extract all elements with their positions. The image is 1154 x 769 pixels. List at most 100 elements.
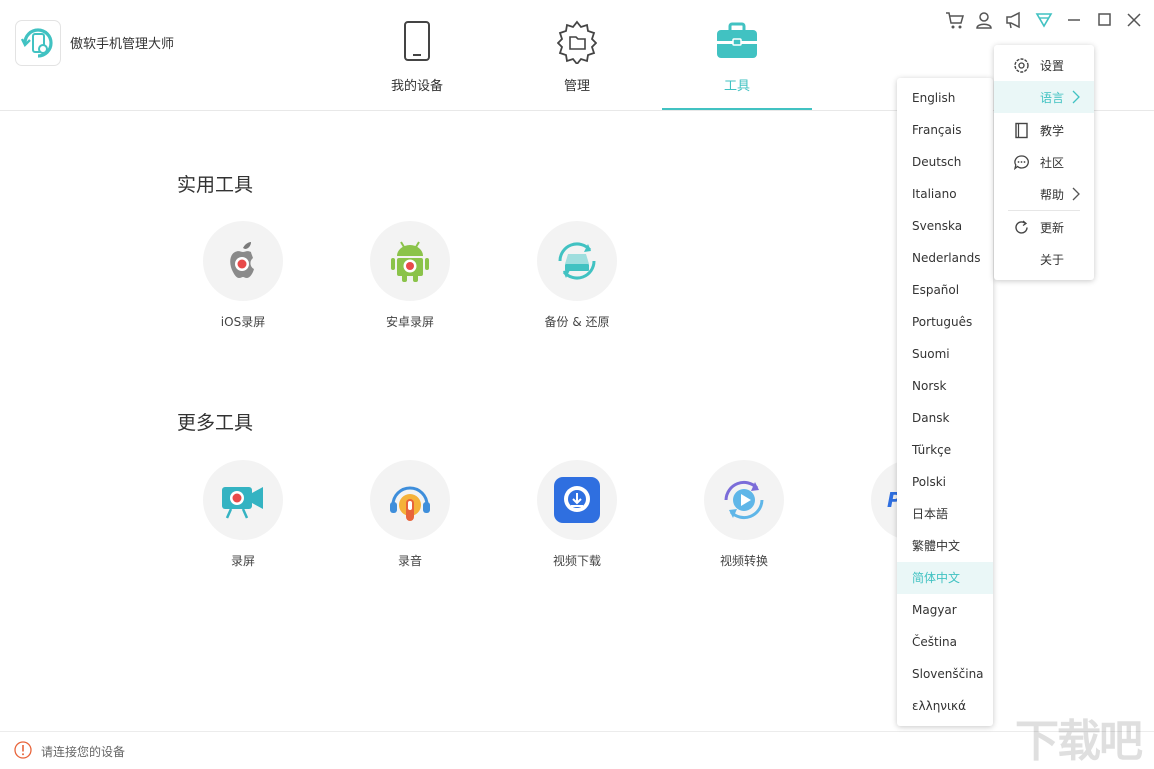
language-option[interactable]: Čeština — [897, 626, 993, 658]
language-option-label: Español — [912, 283, 960, 297]
language-option[interactable]: Slovenščina — [897, 658, 993, 690]
language-option[interactable]: 繁體中文 — [897, 530, 993, 562]
tool-label: 视频转换 — [719, 554, 768, 568]
tool-android-record[interactable]: 安卓录屏 — [355, 221, 465, 341]
language-option-label: Čeština — [912, 635, 958, 649]
megaphone-icon[interactable] — [1004, 10, 1024, 30]
menu-item-about[interactable]: 关于 — [994, 243, 1094, 275]
maximize-icon[interactable] — [1094, 10, 1114, 30]
language-option[interactable]: 简体中文 — [897, 562, 993, 594]
tool-ios-record[interactable]: iOS录屏 — [188, 221, 298, 341]
menu-item-tutorial[interactable]: 教学 — [994, 114, 1094, 146]
tool-video-convert[interactable]: 视频转换 — [689, 460, 799, 580]
menu-item-label: 关于 — [1040, 253, 1065, 267]
language-option-label: Nederlands — [912, 251, 981, 265]
warning-circle-icon — [14, 741, 32, 759]
tool-label: 备份 & 还原 — [544, 315, 610, 329]
tab-tools[interactable]: 工具 — [662, 0, 812, 110]
language-option[interactable]: Magyar — [897, 594, 993, 626]
tab-manage[interactable]: 管理 — [502, 0, 652, 110]
language-option[interactable]: Português — [897, 306, 993, 338]
book-icon — [1015, 122, 1028, 139]
menu-triangle-icon[interactable] — [1034, 10, 1054, 30]
tool-label: 录屏 — [230, 554, 255, 568]
language-option-label: ελληνικά — [912, 699, 967, 713]
app-title: 傲软手机管理大师 — [70, 37, 175, 52]
language-option[interactable]: Français — [897, 114, 993, 146]
close-icon[interactable] — [1124, 10, 1144, 30]
screen-record-camera-icon — [222, 487, 263, 519]
section-title-more: 更多工具 — [177, 412, 254, 434]
status-text: 请连接您的设备 — [41, 745, 126, 759]
language-option-label: 繁體中文 — [912, 539, 961, 553]
toolbox-icon — [717, 22, 757, 58]
menu-item-label: 帮助 — [1040, 188, 1065, 202]
user-icon[interactable] — [974, 10, 994, 30]
language-option[interactable]: Svenska — [897, 210, 993, 242]
tool-icon-bg — [370, 460, 450, 540]
language-option[interactable]: Norsk — [897, 370, 993, 402]
minimize-icon[interactable] — [1064, 10, 1084, 30]
language-option-label: Français — [912, 123, 962, 137]
menu-item-help[interactable]: 帮助 — [994, 178, 1094, 210]
language-option[interactable]: English — [897, 82, 993, 114]
menu-item-label: 社区 — [1040, 156, 1065, 170]
language-option-label: Slovenščina — [912, 667, 984, 681]
language-option-label: Polski — [912, 475, 947, 489]
settings-menu: 设置 语言 教学 社区 帮助 更新 关于 — [994, 45, 1094, 280]
menu-item-community[interactable]: 社区 — [994, 146, 1094, 178]
language-option-label: Svenska — [912, 219, 963, 233]
chevron-right-icon — [1072, 187, 1080, 201]
language-option[interactable]: Deutsch — [897, 146, 993, 178]
language-option-label: Suomi — [912, 347, 950, 361]
audio-record-icon — [390, 486, 430, 521]
language-option-label: Magyar — [912, 603, 957, 617]
tool-backup-restore[interactable]: 备份 & 还原 — [522, 221, 632, 341]
tool-icon-bg — [537, 221, 617, 301]
language-option[interactable]: Türkçe — [897, 434, 993, 466]
video-convert-icon — [724, 480, 764, 520]
language-option-label: Türkçe — [912, 443, 952, 457]
cart-icon[interactable] — [945, 10, 965, 30]
tab-label: 我的设备 — [390, 79, 443, 94]
menu-item-update[interactable]: 更新 — [994, 211, 1094, 243]
gear-icon — [1014, 58, 1029, 73]
tab-my-device[interactable]: 我的设备 — [342, 0, 492, 110]
backup-restore-icon — [558, 242, 596, 280]
tool-icon-bg — [203, 460, 283, 540]
menu-item-label: 设置 — [1040, 59, 1065, 73]
language-option[interactable]: Nederlands — [897, 242, 993, 274]
language-option[interactable]: ελληνικά — [897, 690, 993, 722]
tool-video-download[interactable]: 视频下载 — [522, 460, 632, 580]
language-option[interactable]: Suomi — [897, 338, 993, 370]
language-option-label: Italiano — [912, 187, 957, 201]
tool-label: 视频下载 — [552, 554, 601, 568]
language-option[interactable]: Polski — [897, 466, 993, 498]
tool-icon-bg — [203, 221, 283, 301]
app-logo-icon — [15, 20, 61, 66]
tool-audio-record[interactable]: 录音 — [355, 460, 465, 580]
tool-icon-bg — [704, 460, 784, 540]
chevron-right-icon — [1072, 90, 1080, 104]
language-option[interactable]: Español — [897, 274, 993, 306]
language-option-label: Norsk — [912, 379, 947, 393]
section-title-practical: 实用工具 — [177, 174, 254, 196]
language-option[interactable]: 日本語 — [897, 498, 993, 530]
menu-item-language[interactable]: 语言 — [994, 81, 1094, 113]
status-bar: 请连接您的设备 — [0, 731, 1154, 769]
refresh-icon — [1015, 220, 1028, 234]
watermark: 下载吧 — [1015, 716, 1143, 767]
tool-screen-record[interactable]: 录屏 — [188, 460, 298, 580]
menu-item-settings[interactable]: 设置 — [994, 49, 1094, 81]
active-tab-indicator — [662, 108, 812, 110]
language-option-label: English — [912, 91, 956, 105]
android-record-icon — [391, 241, 429, 282]
tool-icon-bg — [537, 460, 617, 540]
language-option[interactable]: Dansk — [897, 402, 993, 434]
phone-icon — [404, 21, 430, 61]
language-option[interactable]: Italiano — [897, 178, 993, 210]
chat-icon — [1013, 155, 1029, 171]
tool-label: 安卓录屏 — [385, 315, 434, 329]
tool-label: 录音 — [397, 554, 422, 568]
language-option-label: 日本語 — [912, 507, 949, 521]
